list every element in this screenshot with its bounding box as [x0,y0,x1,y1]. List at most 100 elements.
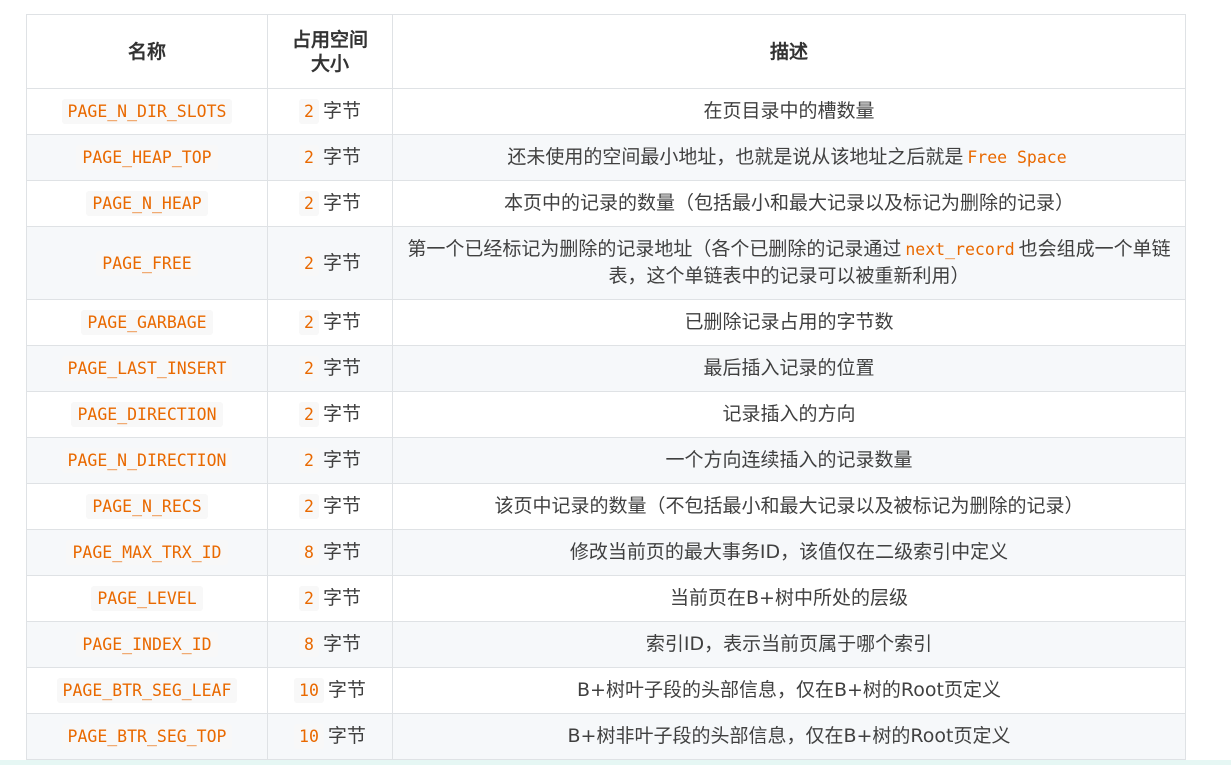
field-name-cell: PAGE_N_DIRECTION [26,437,268,484]
field-desc: B+树叶子段的头部信息，仅在B+树的Root页定义 [577,679,1001,701]
field-desc-cell: 还未使用的空间最小地址，也就是说从该地址之后就是 Free Space [392,134,1186,181]
field-desc: 一个方向连续插入的记录数量 [665,449,913,471]
field-size-cell: 8 字节 [267,621,393,668]
field-size-unit: 字节 [322,100,361,122]
field-size-value: 2 [299,250,319,276]
field-size-unit: 字节 [322,495,361,517]
field-name: PAGE_INDEX_ID [76,632,218,657]
field-size-cell: 2 字节 [267,575,393,622]
field-name: PAGE_N_DIRECTION [61,448,233,473]
field-name: PAGE_FREE [96,250,198,276]
field-desc: 记录插入的方向 [722,403,856,425]
table-row: PAGE_LAST_INSERT 2 字节 最后插入记录的位置 [26,345,1186,392]
field-desc: 在页目录中的槽数量 [703,100,875,122]
field-desc-cell: 本页中的记录的数量（包括最小和最大记录以及标记为删除的记录） [392,180,1186,227]
header-size-line2: 大小 [310,52,349,75]
field-size-value: 2 [299,145,319,170]
field-desc-cell: B+树非叶子段的头部信息，仅在B+树的Root页定义 [392,713,1186,760]
field-desc-cell: 在页目录中的槽数量 [392,88,1186,135]
field-size-cell: 10 字节 [267,667,393,714]
field-size-unit: 字节 [327,725,366,747]
field-size-unit: 字节 [327,679,366,701]
field-size-unit: 字节 [322,251,361,274]
field-size-value: 2 [299,494,319,519]
field-size-unit: 字节 [322,311,361,333]
table-row: PAGE_FREE 2 字节 第一个已经标记为删除的记录地址（各个已删除的记录通过 ne… [26,226,1186,300]
field-size-unit: 字节 [322,403,361,425]
field-desc: 还未使用的空间最小地址，也就是说从该地址之后就是 [507,146,964,168]
field-name: PAGE_LEVEL [91,586,203,611]
field-desc: 该页中记录的数量（不包括最小和最大记录以及被标记为删除的记录） [494,495,1084,517]
field-name: PAGE_BTR_SEG_LEAF [56,678,238,703]
table-body: PAGE_N_DIR_SLOTS 2 字节 在页目录中的槽数量 PAGE_HEAP_TO… [26,88,1186,760]
field-name-cell: PAGE_INDEX_ID [26,621,268,668]
field-desc-cell: 记录插入的方向 [392,391,1186,438]
field-size-cell: 2 字节 [267,299,393,346]
field-desc: 最后插入记录的位置 [703,357,875,379]
table-row: PAGE_MAX_TRX_ID 8 字节 修改当前页的最大事务ID，该值仅在二级索引中… [26,529,1186,576]
field-desc: 当前页在B+树中所处的层级 [670,587,908,609]
field-desc-cell: 索引ID，表示当前页属于哪个索引 [392,621,1186,668]
header-size-line1: 占用空间 [291,28,368,51]
field-desc-cell: 第一个已经标记为删除的记录地址（各个已删除的记录通过 next_record 也会组… [392,226,1186,300]
field-name-cell: PAGE_N_RECS [26,483,268,530]
table-row: PAGE_N_DIR_SLOTS 2 字节 在页目录中的槽数量 [26,88,1186,135]
table-row: PAGE_BTR_SEG_TOP 10 字节 B+树非叶子段的头部信息，仅在B+树的R… [26,713,1186,760]
header-size: 占用空间 大小 [267,14,393,89]
field-name: PAGE_N_DIR_SLOTS [61,99,233,124]
field-size-unit: 字节 [322,146,361,168]
field-name: PAGE_MAX_TRX_ID [66,540,228,565]
field-size-unit: 字节 [322,192,361,214]
field-desc: B+树非叶子段的头部信息，仅在B+树的Root页定义 [567,725,1011,747]
field-size-cell: 2 字节 [267,345,393,392]
field-size-cell: 2 字节 [267,88,393,135]
field-name-cell: PAGE_BTR_SEG_LEAF [26,667,268,714]
table-row: PAGE_N_HEAP 2 字节 本页中的记录的数量（包括最小和最大记录以及标记为删除… [26,180,1186,227]
field-name: PAGE_LAST_INSERT [61,356,233,381]
field-name: PAGE_GARBAGE [81,310,213,335]
field-desc-code: Free Space [967,148,1067,167]
field-size-cell: 10 字节 [267,713,393,760]
field-name: PAGE_HEAP_TOP [76,145,218,170]
field-size-value: 8 [299,540,319,565]
field-desc-cell: 该页中记录的数量（不包括最小和最大记录以及被标记为删除的记录） [392,483,1186,530]
field-size-unit: 字节 [322,587,361,609]
field-size-unit: 字节 [322,449,361,471]
field-size-cell: 2 字节 [267,391,393,438]
field-name-cell: PAGE_BTR_SEG_TOP [26,713,268,760]
field-size-cell: 2 字节 [267,180,393,227]
table-row: PAGE_DIRECTION 2 字节 记录插入的方向 [26,391,1186,438]
field-name: PAGE_DIRECTION [71,402,223,427]
table-row: PAGE_HEAP_TOP 2 字节 还未使用的空间最小地址，也就是说从该地址之后就是… [26,134,1186,181]
field-size-cell: 2 字节 [267,437,393,484]
field-name-cell: PAGE_LEVEL [26,575,268,622]
table-row: PAGE_GARBAGE 2 字节 已删除记录占用的字节数 [26,299,1186,346]
bottom-strip [0,760,1231,765]
field-size-cell: 8 字节 [267,529,393,576]
field-size-value: 2 [299,356,319,381]
field-size-cell: 2 字节 [267,134,393,181]
page: 名称 占用空间 大小 描述 PAGE_N_DIR_SLOTS 2 字节 在页目录中的槽… [0,0,1231,765]
field-name-cell: PAGE_GARBAGE [26,299,268,346]
field-desc: 修改当前页的最大事务ID，该值仅在二级索引中定义 [569,541,1009,563]
field-desc-cell: 当前页在B+树中所处的层级 [392,575,1186,622]
field-name: PAGE_N_RECS [86,494,208,519]
field-desc: 第一个已经标记为删除的记录地址（各个已删除的记录通过 [407,238,902,260]
field-size-value: 10 [294,724,324,749]
field-size-unit: 字节 [322,357,361,379]
field-desc-cell: 修改当前页的最大事务ID，该值仅在二级索引中定义 [392,529,1186,576]
field-size-value: 10 [294,678,324,703]
table-row: PAGE_BTR_SEG_LEAF 10 字节 B+树叶子段的头部信息，仅在B+树的R… [26,667,1186,714]
field-size-value: 2 [299,310,319,335]
field-size-value: 2 [299,99,319,124]
field-size-value: 2 [299,191,319,216]
field-size-cell: 2 字节 [267,483,393,530]
field-desc: 索引ID，表示当前页属于哪个索引 [645,633,933,655]
field-desc-cell: 一个方向连续插入的记录数量 [392,437,1186,484]
field-desc-cell: B+树叶子段的头部信息，仅在B+树的Root页定义 [392,667,1186,714]
field-name-cell: PAGE_FREE [26,226,268,300]
field-name-cell: PAGE_N_DIR_SLOTS [26,88,268,135]
field-desc-cell: 最后插入记录的位置 [392,345,1186,392]
field-name-cell: PAGE_LAST_INSERT [26,345,268,392]
table-row: PAGE_N_DIRECTION 2 字节 一个方向连续插入的记录数量 [26,437,1186,484]
